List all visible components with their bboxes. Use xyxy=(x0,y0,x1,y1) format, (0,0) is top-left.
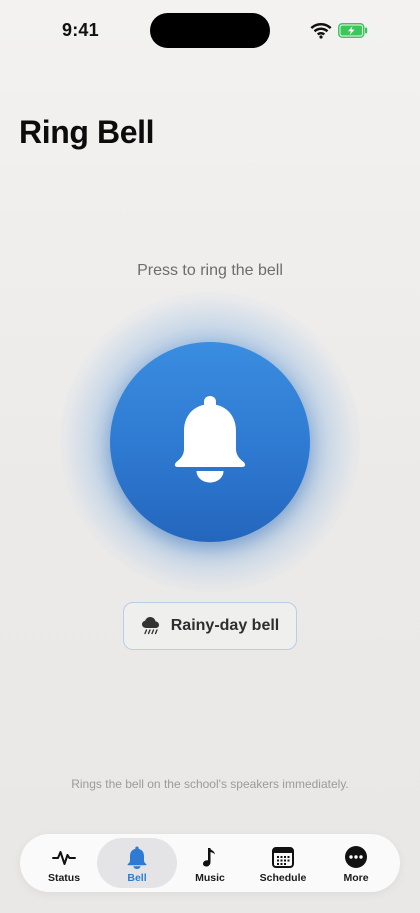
rainy-day-bell-label: Rainy-day bell xyxy=(170,617,280,634)
page-title: Ring Bell xyxy=(19,114,155,150)
dynamic-island xyxy=(150,13,270,48)
bell-icon xyxy=(174,396,246,483)
cloud-rain-icon xyxy=(141,617,159,635)
tab-label: Schedule xyxy=(259,872,307,884)
battery-icon xyxy=(338,23,368,38)
ring-prompt: Press to ring the bell xyxy=(137,262,283,279)
bell-icon xyxy=(127,846,147,869)
tab-bell[interactable]: Bell xyxy=(97,838,177,888)
rainy-day-bell-button[interactable]: Rainy-day bell xyxy=(123,602,297,650)
tab-label: Status xyxy=(47,872,81,884)
music-note-icon xyxy=(203,848,215,867)
tab-label: Bell xyxy=(127,872,147,884)
tab-label: More xyxy=(343,872,369,884)
waveform-icon xyxy=(52,851,76,865)
ring-bell-button[interactable] xyxy=(110,342,310,542)
more-icon xyxy=(345,846,367,868)
tab-more[interactable]: More xyxy=(316,838,396,888)
status-bar: 9:41 xyxy=(0,0,420,60)
tab-schedule[interactable]: Schedule xyxy=(243,838,323,888)
calendar-icon xyxy=(272,847,294,868)
tab-bar: Status Bell Music Schedule More xyxy=(20,834,400,892)
status-time: 9:41 xyxy=(62,20,99,40)
tab-label: Music xyxy=(195,872,225,884)
wifi-icon xyxy=(310,23,332,39)
footnote: Rings the bell on the school's speakers … xyxy=(71,777,349,791)
tab-music[interactable]: Music xyxy=(170,838,250,888)
tab-status[interactable]: Status xyxy=(24,838,104,888)
